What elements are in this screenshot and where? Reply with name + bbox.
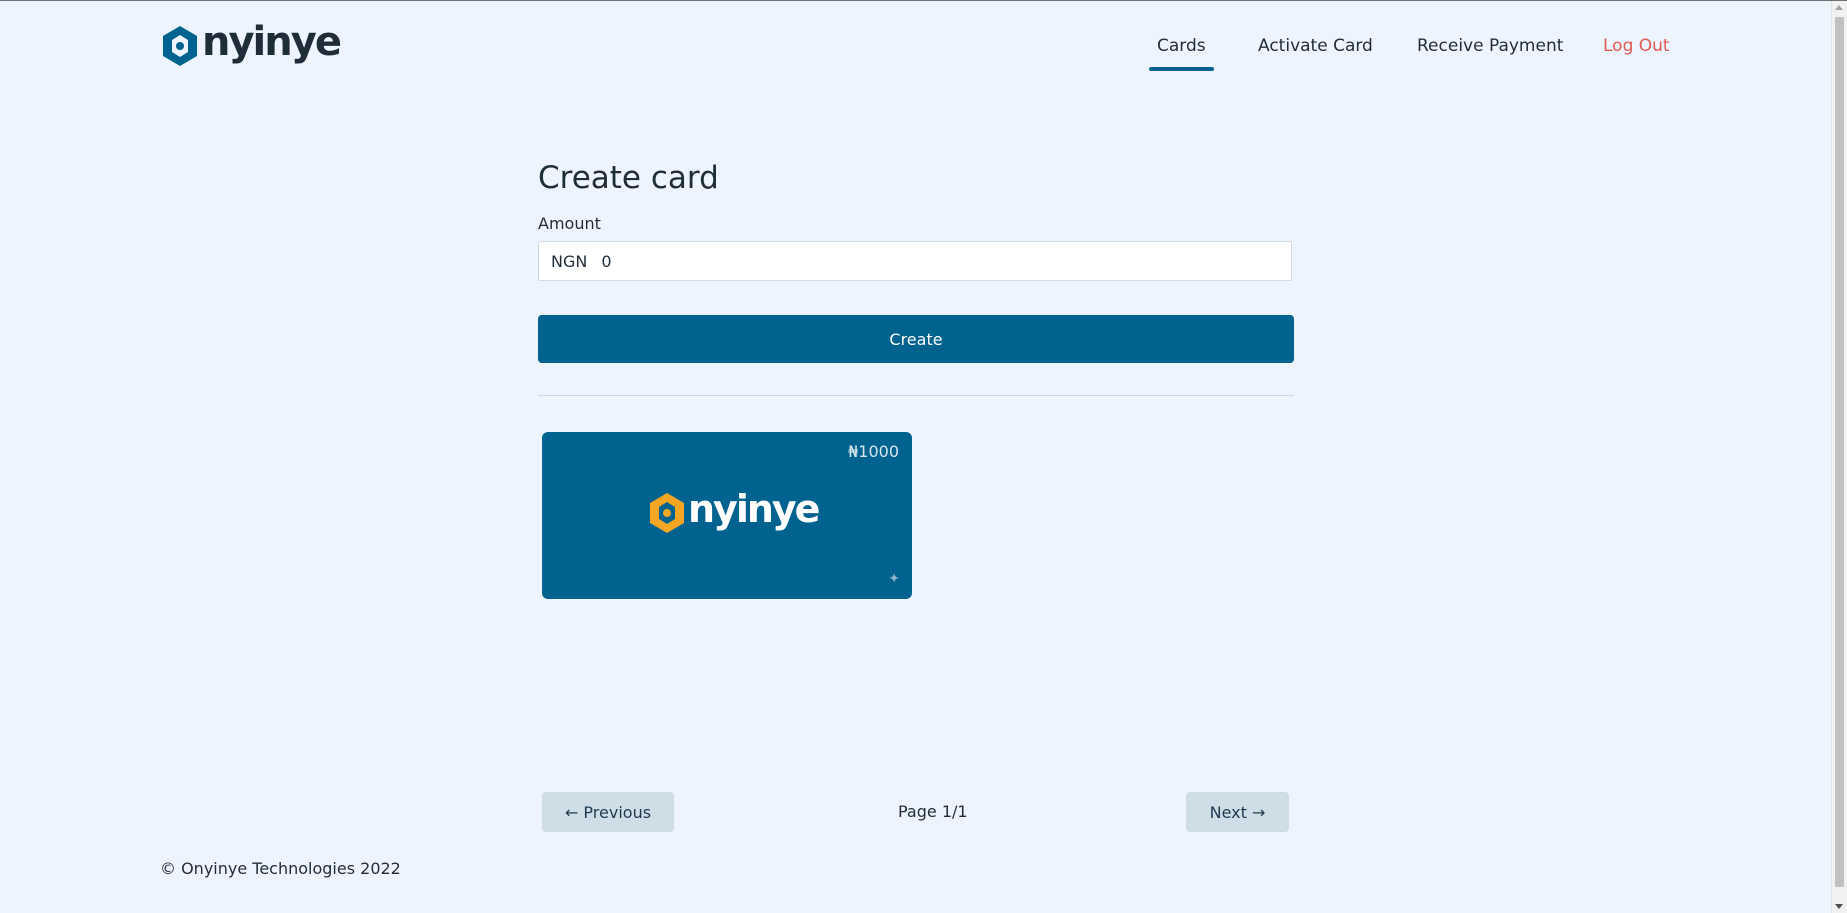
amount-field[interactable]: NGN — [538, 241, 1292, 281]
create-button[interactable]: Create — [538, 315, 1294, 363]
currency-prefix: NGN — [551, 251, 588, 271]
card-logo: nyinye — [647, 487, 820, 535]
page-title: Create card — [538, 160, 719, 196]
next-button[interactable]: Next → — [1186, 792, 1289, 832]
nav-receive-payment[interactable]: Receive Payment — [1417, 35, 1563, 57]
scroll-thumb[interactable] — [1835, 17, 1844, 887]
hexagon-logo-icon — [650, 493, 684, 533]
sparkle-icon: ✦ — [888, 571, 900, 587]
divider — [538, 395, 1294, 396]
scrollbar[interactable] — [1831, 1, 1847, 913]
footer-copyright: © Onyinye Technologies 2022 — [160, 859, 401, 878]
card-logo-text: nyinye — [688, 487, 820, 531]
nav-activate-card[interactable]: Activate Card — [1258, 35, 1373, 57]
scroll-down-icon[interactable] — [1835, 904, 1843, 909]
amount-label: Amount — [538, 214, 601, 233]
previous-button[interactable]: ← Previous — [542, 792, 674, 832]
scroll-up-icon[interactable] — [1835, 5, 1843, 10]
amount-input[interactable] — [599, 250, 1254, 272]
nav-log-out[interactable]: Log Out — [1603, 35, 1670, 57]
page-info: Page 1/1 — [898, 802, 968, 821]
nav-cards[interactable]: Cards — [1149, 35, 1214, 71]
gift-card[interactable]: ₦1000 nyinye ✦ — [542, 432, 912, 599]
card-amount: ₦1000 — [848, 442, 899, 461]
top-nav: Cards Activate Card Receive Payment Log … — [0, 35, 1847, 75]
